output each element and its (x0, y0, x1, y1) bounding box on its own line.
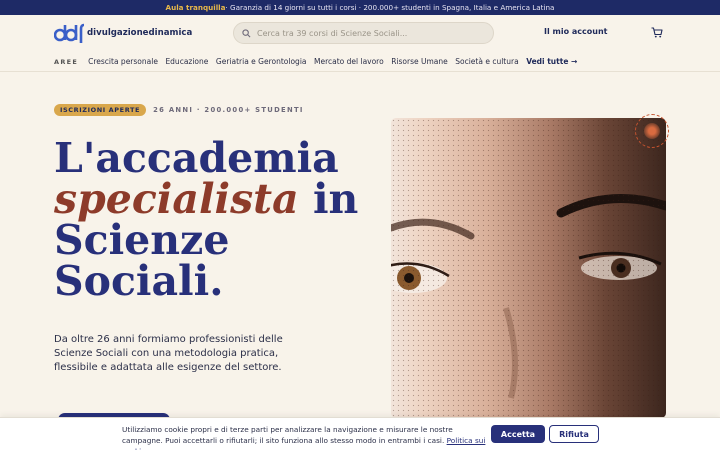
hero-headline: L'accademia specialista in Scienze Socia… (54, 138, 374, 302)
announcement-text: · Garanzia di 14 giorni su tutti i corsi… (225, 3, 555, 12)
nav-item-crescita-personale[interactable]: Crescita personale (88, 57, 158, 66)
category-nav: AREE Crescita personale Educazione Geria… (0, 52, 720, 72)
stamp-center (644, 123, 660, 139)
search-input[interactable] (257, 28, 477, 38)
search-bar[interactable] (233, 22, 494, 44)
headline-line-4: Sociali. (54, 257, 224, 305)
site-header: divulgazionedinamica Il mio account (0, 15, 720, 52)
announcement-bar: Aula tranquilla · Garanzia di 14 giorni … (0, 0, 720, 15)
search-icon (242, 28, 251, 37)
hero-meta: 26 ANNI · 200.000+ STUDENTI (153, 106, 304, 114)
nav-item-risorse-umane[interactable]: Risorse Umane (391, 57, 448, 66)
account-link[interactable]: Il mio account (544, 27, 607, 36)
hero-photo (391, 118, 666, 418)
reject-cookies-button[interactable]: Rifiuta (549, 425, 599, 443)
hero-lead: Da oltre 26 anni formiamo professionisti… (54, 334, 283, 373)
accept-cookies-button[interactable]: Accetta (491, 425, 545, 443)
logo-text: divulgazionedinamica (87, 28, 193, 38)
halftone-overlay (391, 118, 666, 418)
nav-item-geriatria[interactable]: Geriatria e Gerontologia (216, 57, 307, 66)
hero-badges: ISCRIZIONI APERTE 26 ANNI · 200.000+ STU… (54, 104, 304, 116)
cookie-banner: Utilizziamo cookie propri e di terze par… (0, 417, 720, 450)
nav-item-mercato-lavoro[interactable]: Mercato del lavoro (314, 57, 384, 66)
logo-mark-icon (54, 23, 84, 43)
cart-icon[interactable] (651, 27, 663, 38)
nav-item-educazione[interactable]: Educazione (165, 57, 208, 66)
cookie-text: Utilizziamo cookie propri e di terze par… (122, 424, 492, 450)
enrollment-badge: ISCRIZIONI APERTE (54, 104, 147, 116)
headline-line-2: in (298, 175, 359, 223)
nav-see-all-link[interactable]: Vedi tutte → (526, 57, 577, 66)
logo-link[interactable]: divulgazionedinamica (54, 23, 192, 43)
nav-label: AREE (54, 57, 79, 66)
cookie-message: Utilizziamo cookie propri e di terze par… (122, 425, 453, 445)
stamp-icon (635, 114, 669, 148)
announcement-highlight: Aula tranquilla (165, 3, 226, 12)
nav-item-societa-cultura[interactable]: Società e cultura (455, 57, 518, 66)
